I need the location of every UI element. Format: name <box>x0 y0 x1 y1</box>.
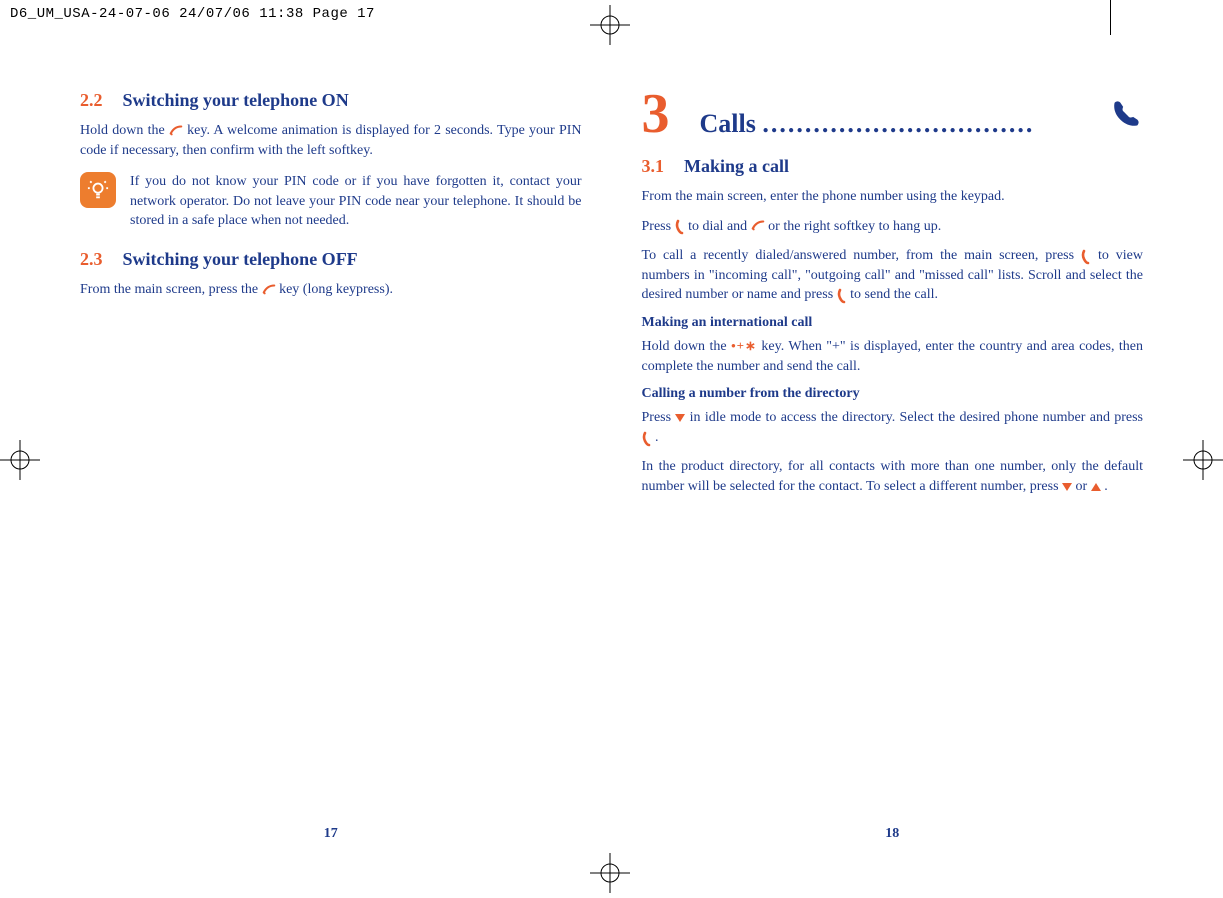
section-number: 2.2 <box>80 90 103 110</box>
chapter-number: 3 <box>642 82 670 146</box>
registration-mark-right <box>1183 440 1223 480</box>
end-key-icon <box>169 123 183 137</box>
para-dir1: Press in idle mode to access the directo… <box>642 408 1144 447</box>
page-number-left: 17 <box>80 826 582 842</box>
chapter-heading: 3 Calls ................................ <box>642 82 1144 146</box>
registration-mark-bottom <box>590 853 630 893</box>
heading-2-2: 2.2 Switching your telephone ON <box>80 90 582 111</box>
end-key-icon <box>262 282 276 296</box>
para-3-1c: To call a recently dialed/answered numbe… <box>642 246 1144 305</box>
call-key-icon <box>642 431 652 445</box>
subheading-dir: Calling a number from the directory <box>642 386 1144 402</box>
para-3-1a: From the main screen, enter the phone nu… <box>642 187 1144 207</box>
para-intl: Hold down the •+∗ key. When "+" is displ… <box>642 337 1144 376</box>
page-18: 3 Calls ................................… <box>642 82 1144 842</box>
registration-mark-top <box>590 5 630 45</box>
call-key-icon <box>837 288 847 302</box>
para-2-2: Hold down the key. A welcome animation i… <box>80 121 582 160</box>
tip-text: If you do not know your PIN code or if y… <box>130 172 582 231</box>
section-title: Switching your telephone ON <box>123 90 349 110</box>
subheading-intl: Making an international call <box>642 315 1144 331</box>
page-17: 2.2 Switching your telephone ON Hold down… <box>80 82 582 842</box>
section-title: Making a call <box>684 156 789 176</box>
down-arrow-icon <box>1062 483 1072 491</box>
star-key-icon: •+∗ <box>731 338 757 353</box>
chapter-title: Calls ................................ <box>700 109 1080 139</box>
call-key-icon <box>1081 249 1091 263</box>
para-3-1b: Press to dial and or the right softkey t… <box>642 217 1144 237</box>
section-title: Switching your telephone OFF <box>123 249 358 269</box>
para-dir2: In the product directory, for all contac… <box>642 457 1144 496</box>
para-2-3: From the main screen, press the key (lon… <box>80 280 582 300</box>
section-number: 3.1 <box>642 156 665 176</box>
tip-box: If you do not know your PIN code or if y… <box>80 172 582 231</box>
heading-2-3: 2.3 Switching your telephone OFF <box>80 249 582 270</box>
registration-mark-left <box>0 440 40 480</box>
phone-chapter-icon <box>1109 97 1143 131</box>
down-arrow-icon <box>675 414 685 422</box>
page-number-right: 18 <box>642 826 1144 842</box>
section-number: 2.3 <box>80 249 103 269</box>
call-key-icon <box>675 219 685 233</box>
end-key-icon <box>751 218 765 232</box>
up-arrow-icon <box>1091 483 1101 491</box>
lightbulb-icon <box>80 172 116 208</box>
crop-rule-top <box>1110 0 1111 35</box>
heading-3-1: 3.1 Making a call <box>642 156 1144 177</box>
